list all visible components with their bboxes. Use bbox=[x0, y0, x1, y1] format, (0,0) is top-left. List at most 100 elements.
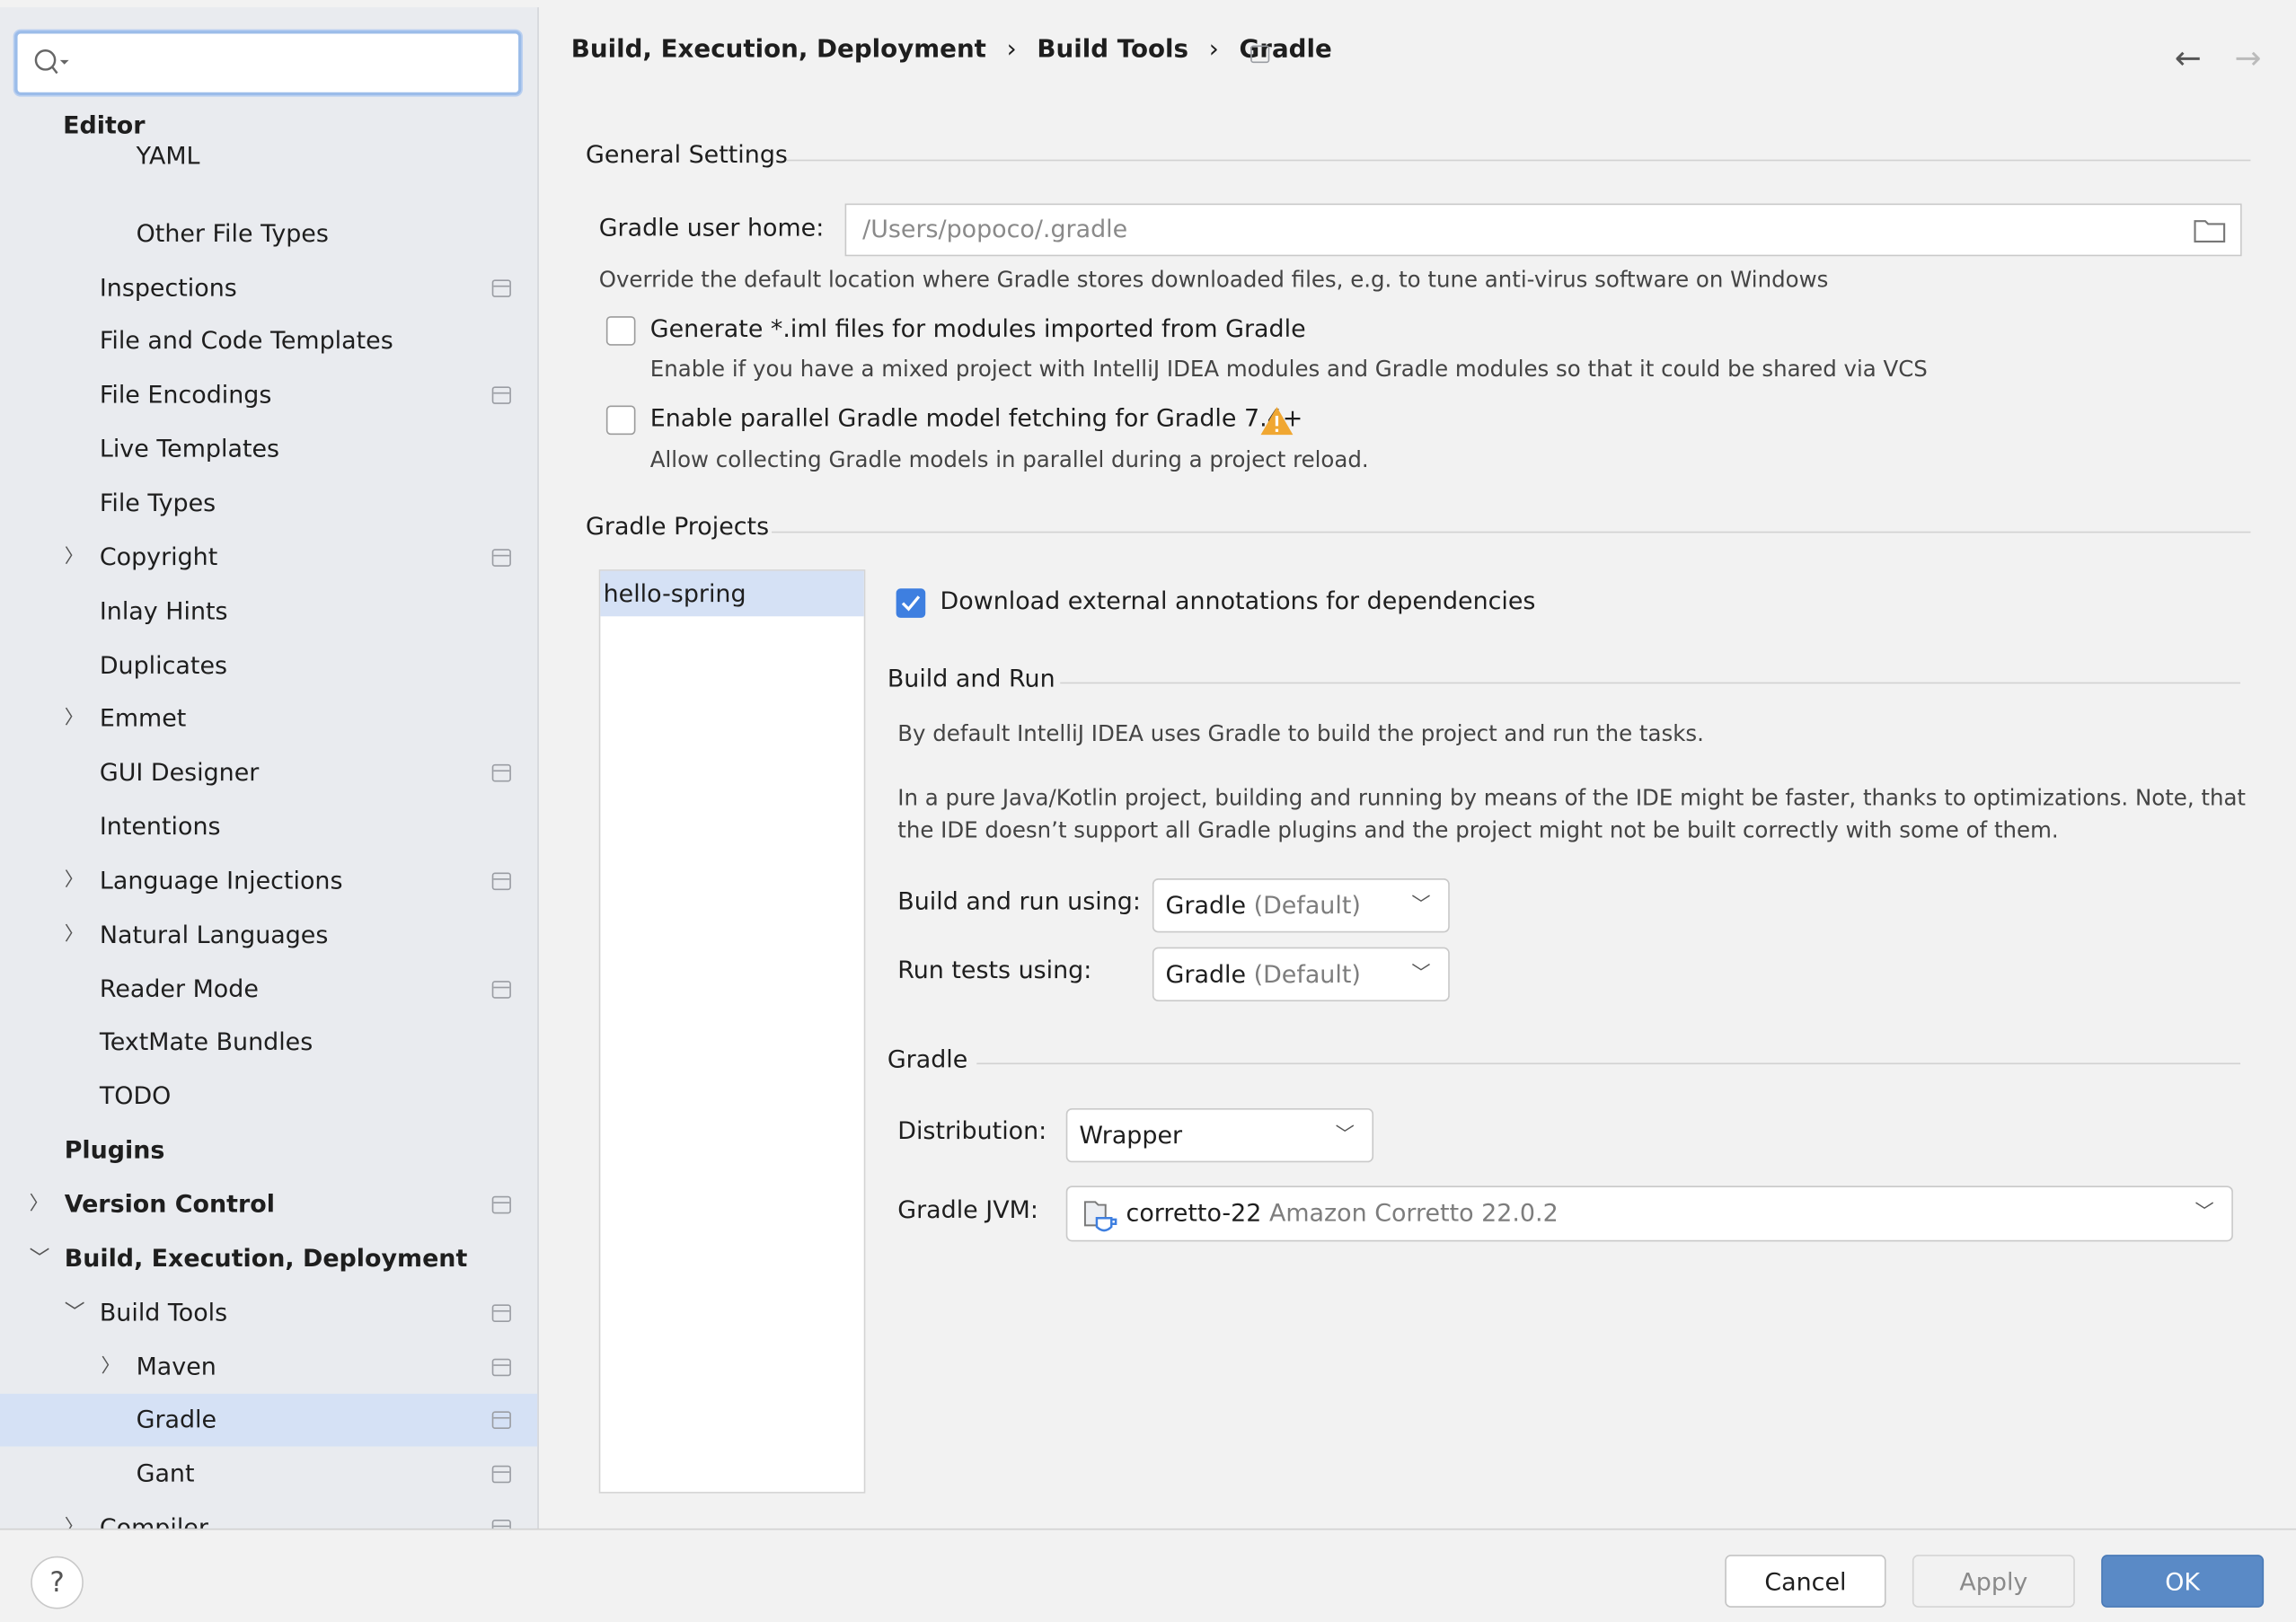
sidebar-item-label: YAML bbox=[136, 142, 200, 171]
chevron-down-icon[interactable]: ﹀ bbox=[30, 1232, 50, 1285]
sidebar-item[interactable]: ﹀ Build Tools bbox=[0, 1286, 537, 1339]
sidebar-item-label: Version Control bbox=[64, 1190, 276, 1219]
project-level-icon bbox=[491, 1303, 511, 1322]
sidebar-item[interactable]: YAML bbox=[0, 135, 537, 170]
sidebar-item[interactable]: File Types bbox=[0, 477, 537, 530]
project-level-icon bbox=[491, 1357, 511, 1376]
sidebar-item-label: Build Tools bbox=[99, 1298, 228, 1327]
breadcrumb-item[interactable]: Build Tools bbox=[1037, 35, 1188, 65]
default-suffix: (Default) bbox=[1253, 960, 1361, 989]
gradle-user-home-label: Gradle user home: bbox=[598, 213, 825, 242]
project-level-icon bbox=[491, 1195, 511, 1214]
sidebar-item[interactable]: File Encodings bbox=[0, 369, 537, 422]
breadcrumb-item[interactable]: Build, Execution, Deployment bbox=[571, 35, 986, 65]
section-divider bbox=[786, 159, 2251, 162]
project-level-icon bbox=[491, 386, 511, 405]
section-divider bbox=[772, 531, 2251, 533]
search-input[interactable] bbox=[14, 31, 522, 95]
selected-value: Wrapper bbox=[1079, 1121, 1183, 1150]
sidebar-item[interactable]: 〉 Maven bbox=[0, 1340, 537, 1393]
build-run-description: By default IntelliJ IDEA uses Gradle to … bbox=[897, 720, 1704, 747]
cancel-button[interactable]: Cancel bbox=[1725, 1555, 1886, 1608]
build-run-using-select[interactable]: Gradle (Default) ﹀ bbox=[1152, 878, 1450, 933]
sidebar-item-label: Copyright bbox=[99, 542, 218, 571]
project-list-item[interactable]: hello-spring bbox=[600, 570, 864, 617]
distribution-select[interactable]: Wrapper ﹀ bbox=[1065, 1107, 1374, 1163]
run-tests-using-select[interactable]: Gradle (Default) ﹀ bbox=[1152, 947, 1450, 1001]
sidebar-item[interactable]: File and Code Templates bbox=[0, 315, 537, 368]
sidebar-item-label: File and Code Templates bbox=[99, 327, 393, 356]
sidebar-item[interactable]: 〉 Natural Languages bbox=[0, 909, 537, 962]
chevron-right-icon[interactable]: 〉 bbox=[65, 693, 85, 746]
jvm-name: corretto-22 bbox=[1126, 1199, 1262, 1228]
back-arrow-icon[interactable]: ← bbox=[2175, 41, 2202, 78]
sidebar-item[interactable]: Gradle bbox=[0, 1394, 538, 1448]
apply-button[interactable]: Apply bbox=[1912, 1555, 2075, 1608]
project-level-icon bbox=[491, 980, 511, 999]
gradle-user-home-placeholder: /Users/popoco/.gradle bbox=[862, 215, 1128, 243]
sidebar-item[interactable]: Gant bbox=[0, 1449, 537, 1502]
chevron-down-icon[interactable]: ﹀ bbox=[65, 1286, 85, 1339]
chevron-right-icon[interactable]: 〉 bbox=[65, 909, 85, 962]
sidebar-item-label: TextMate Bundles bbox=[99, 1028, 313, 1057]
project-level-icon bbox=[1250, 45, 1270, 64]
sidebar-item[interactable]: TextMate Bundles bbox=[0, 1017, 537, 1070]
sidebar-item[interactable]: Inspections bbox=[0, 261, 537, 314]
sidebar-item[interactable]: Plugins bbox=[0, 1124, 537, 1177]
breadcrumb: Build, Execution, Deployment › Build Too… bbox=[571, 35, 1332, 65]
project-level-icon bbox=[491, 872, 511, 890]
folder-icon[interactable] bbox=[2194, 216, 2226, 243]
help-button[interactable]: ? bbox=[31, 1556, 84, 1609]
download-annotations-checkbox[interactable] bbox=[896, 588, 926, 618]
footer-divider bbox=[0, 1528, 2296, 1530]
build-run-using-label: Build and run using: bbox=[897, 886, 1141, 915]
gradle-section-title: Gradle bbox=[887, 1045, 968, 1073]
chevron-right-icon[interactable]: 〉 bbox=[65, 855, 85, 908]
forward-arrow-icon[interactable]: → bbox=[2235, 41, 2262, 78]
sidebar-item-label: Other File Types bbox=[136, 219, 329, 247]
parallel-fetching-hint: Allow collecting Gradle models in parall… bbox=[649, 446, 1369, 473]
sidebar-item[interactable]: Live Templates bbox=[0, 423, 537, 476]
sidebar-item-label: TODO bbox=[99, 1082, 172, 1111]
sidebar-item[interactable]: GUI Designer bbox=[0, 747, 537, 800]
distribution-label: Distribution: bbox=[897, 1116, 1047, 1145]
chevron-right-icon[interactable]: 〉 bbox=[65, 531, 85, 584]
sidebar-item[interactable]: Other File Types bbox=[0, 207, 537, 260]
sidebar-item[interactable]: Inlay Hints bbox=[0, 585, 537, 638]
sidebar-item-label: Inlay Hints bbox=[99, 596, 228, 625]
chevron-right-icon[interactable]: 〉 bbox=[65, 1503, 85, 1530]
gradle-user-home-input[interactable]: /Users/popoco/.gradle bbox=[844, 203, 2242, 257]
sidebar-item-label: GUI Designer bbox=[99, 758, 260, 787]
build-run-note-line2: the IDE doesn’t support all Gradle plugi… bbox=[897, 816, 2059, 843]
settings-tree-sidebar: Editor YAML Other File Types Inspections Fil… bbox=[0, 7, 539, 1530]
parallel-fetching-checkbox[interactable] bbox=[605, 405, 636, 436]
sidebar-item[interactable]: 〉 Language Injections bbox=[0, 855, 537, 908]
gradle-projects-list: hello-spring bbox=[598, 569, 866, 1494]
sidebar-item[interactable]: 〉 Compiler bbox=[0, 1503, 537, 1530]
sidebar-item-label: Build, Execution, Deployment bbox=[64, 1244, 468, 1273]
sidebar-item[interactable]: ﹀ Build, Execution, Deployment bbox=[0, 1232, 537, 1285]
sidebar-item[interactable]: Reader Mode bbox=[0, 963, 537, 1016]
chevron-right-icon[interactable]: 〉 bbox=[101, 1340, 121, 1393]
sidebar-item[interactable]: TODO bbox=[0, 1071, 537, 1124]
sidebar-item[interactable]: 〉 Emmet bbox=[0, 693, 537, 746]
sidebar-item-label: Live Templates bbox=[99, 435, 280, 463]
gradle-jvm-label: Gradle JVM: bbox=[897, 1195, 1038, 1224]
chevron-down-icon: ﹀ bbox=[1411, 894, 1431, 917]
project-level-icon bbox=[491, 764, 511, 782]
generate-iml-checkbox[interactable] bbox=[605, 316, 636, 346]
sidebar-item[interactable]: Intentions bbox=[0, 801, 537, 854]
sidebar-item-label: File Encodings bbox=[99, 381, 272, 410]
sidebar-item[interactable]: 〉 Version Control bbox=[0, 1178, 537, 1231]
warning-icon bbox=[1260, 407, 1294, 436]
sidebar-item-label: Language Injections bbox=[99, 866, 343, 895]
sidebar-item-label: File Types bbox=[99, 489, 216, 517]
run-tests-using-label: Run tests using: bbox=[897, 956, 1092, 984]
parallel-fetching-label: Enable parallel Gradle model fetching fo… bbox=[649, 403, 1303, 432]
gradle-jvm-select[interactable]: corretto-22 Amazon Corretto 22.0.2 ﹀ bbox=[1065, 1186, 2233, 1242]
sidebar-item[interactable]: Duplicates bbox=[0, 639, 537, 692]
ok-button[interactable]: OK bbox=[2101, 1555, 2265, 1608]
chevron-down-icon: ﹀ bbox=[2194, 1202, 2214, 1224]
chevron-right-icon[interactable]: 〉 bbox=[30, 1178, 50, 1231]
sidebar-item[interactable]: 〉 Copyright bbox=[0, 531, 537, 584]
